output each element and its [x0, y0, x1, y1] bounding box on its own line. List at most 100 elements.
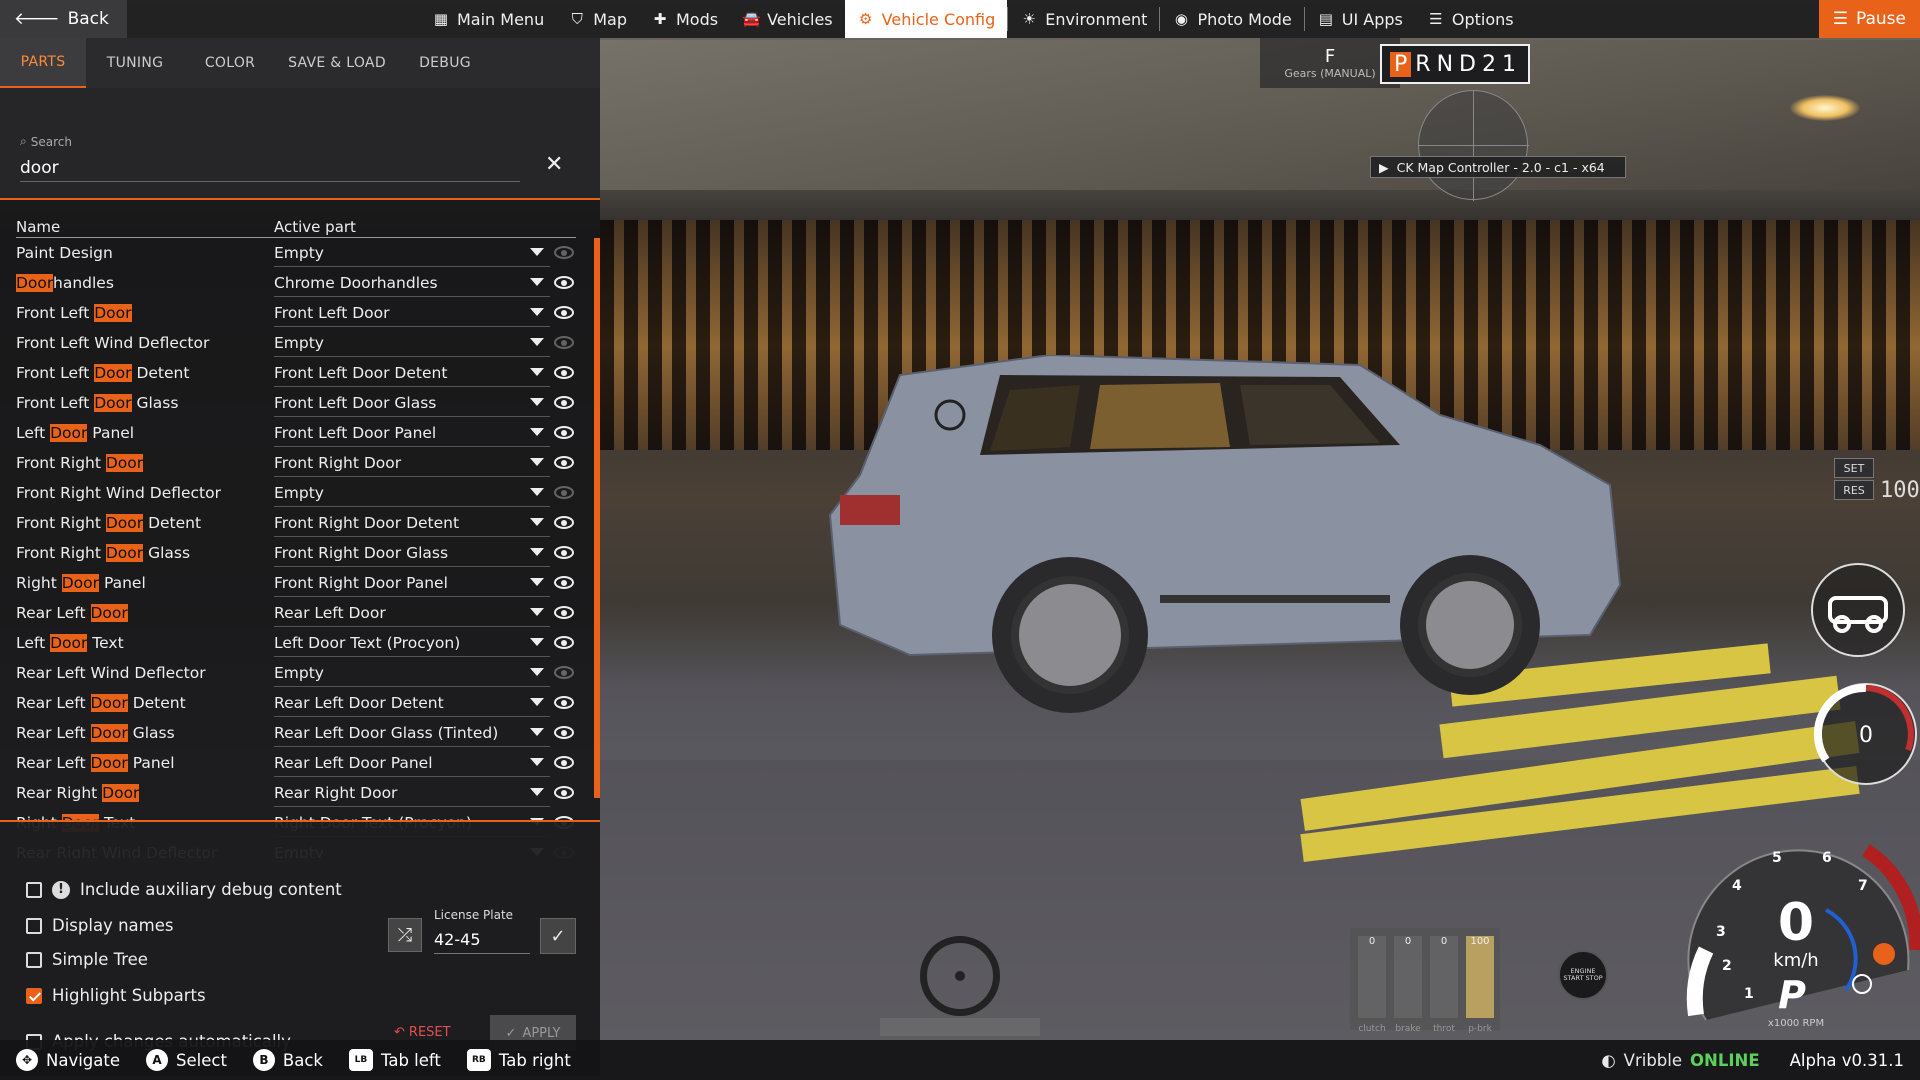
eye-icon[interactable] [554, 366, 574, 379]
eye-icon[interactable] [554, 306, 574, 319]
eye-icon[interactable] [554, 456, 574, 469]
table-row[interactable]: Rear Left Door Glass Rear Left Door Glass… [0, 718, 596, 748]
chevron-down-icon[interactable] [530, 518, 544, 526]
reset-button[interactable]: ↶ RESET [394, 1025, 451, 1040]
eye-icon[interactable] [554, 696, 574, 709]
table-row[interactable]: Rear Left Door Detent Rear Left Door Dete… [0, 688, 596, 718]
license-plate-input[interactable]: 42-45 [434, 928, 530, 954]
chevron-down-icon[interactable] [530, 638, 544, 646]
table-row[interactable]: Left Door Panel Front Left Door Panel [0, 418, 596, 448]
eye-icon[interactable] [554, 276, 574, 289]
nav-item-options[interactable]: ☰ Options [1415, 0, 1526, 38]
nav-item-map[interactable]: ⛉ Map [556, 0, 639, 38]
chevron-down-icon[interactable] [530, 428, 544, 436]
option-display-names[interactable]: Display names [26, 916, 173, 935]
tab-save-load[interactable]: SAVE & LOAD [276, 38, 398, 88]
table-row[interactable]: Left Door Text Left Door Text (Procyon) [0, 628, 596, 658]
eye-icon[interactable] [554, 396, 574, 409]
option-simple-tree[interactable]: Simple Tree [26, 950, 148, 969]
nav-item-mods[interactable]: ✚ Mods [639, 0, 730, 38]
active-part-select[interactable]: Front Right Door Detent [274, 514, 550, 537]
eye-icon[interactable] [554, 636, 574, 649]
checkbox[interactable] [26, 951, 42, 968]
active-part-select[interactable]: Empty [274, 664, 550, 687]
eye-icon[interactable] [554, 666, 574, 679]
table-row[interactable]: Front Left Wind Deflector Empty [0, 328, 596, 358]
active-part-select[interactable]: Front Left Door [274, 304, 550, 327]
checkbox[interactable] [26, 987, 42, 1004]
back-button[interactable]: 🡐 Back [0, 0, 127, 38]
active-part-select[interactable]: Rear Left Door [274, 604, 550, 627]
option-highlight-subparts[interactable]: Highlight Subparts [26, 986, 206, 1005]
chevron-down-icon[interactable] [530, 488, 544, 496]
eye-icon[interactable] [554, 726, 574, 739]
eye-icon[interactable] [554, 336, 574, 349]
chevron-down-icon[interactable] [530, 548, 544, 556]
active-part-select[interactable]: Front Left Door Glass [274, 394, 550, 417]
active-part-select[interactable]: Rear Right Door [274, 784, 550, 807]
chevron-down-icon[interactable] [530, 578, 544, 586]
chevron-down-icon[interactable] [530, 608, 544, 616]
table-row[interactable]: Front Left Door Front Left Door [0, 298, 596, 328]
map-controller-bar[interactable]: ▶ CK Map Controller - 2.0 - c1 - x64 [1370, 156, 1626, 178]
chevron-down-icon[interactable] [530, 788, 544, 796]
active-part-select[interactable]: Front Left Door Panel [274, 424, 550, 447]
checkbox[interactable] [26, 917, 42, 934]
active-part-select[interactable]: Rear Left Door Detent [274, 694, 550, 717]
randomize-plate-button[interactable]: ⤮ [388, 918, 422, 952]
table-row[interactable]: Front Left Door Glass Front Left Door Gla… [0, 388, 596, 418]
eye-icon[interactable] [554, 516, 574, 529]
cruise-res-button[interactable]: RES [1834, 480, 1874, 500]
tab-color[interactable]: COLOR [184, 38, 276, 88]
chevron-down-icon[interactable] [530, 668, 544, 676]
table-row[interactable]: Front Right Wind Deflector Empty [0, 478, 596, 508]
active-part-select[interactable]: Empty [274, 334, 550, 357]
tab-parts[interactable]: PARTS [0, 38, 86, 88]
table-row[interactable]: Front Left Door Detent Front Left Door De… [0, 358, 596, 388]
nav-item-environment[interactable]: ☀ Environment [1008, 0, 1159, 38]
engine-start-button[interactable]: ENGINE START STOP [1558, 950, 1608, 1000]
table-row[interactable]: Rear Left Door Rear Left Door [0, 598, 596, 628]
eye-icon[interactable] [554, 246, 574, 259]
table-row[interactable]: Paint Design Empty [0, 238, 596, 268]
eye-icon[interactable] [554, 786, 574, 799]
chevron-down-icon[interactable] [530, 758, 544, 766]
cruise-set-button[interactable]: SET [1834, 458, 1874, 478]
eye-icon[interactable] [554, 756, 574, 769]
table-row[interactable]: Rear Left Door Panel Rear Left Door Panel [0, 748, 596, 778]
chevron-down-icon[interactable] [530, 338, 544, 346]
table-row[interactable]: Front Right Door Glass Front Right Door G… [0, 538, 596, 568]
active-part-select[interactable]: Empty [274, 244, 550, 267]
eye-icon[interactable] [554, 486, 574, 499]
nav-item-photo-mode[interactable]: ◉ Photo Mode [1160, 0, 1303, 38]
active-part-select[interactable]: Front Left Door Detent [274, 364, 550, 387]
table-row[interactable]: Front Right Door Front Right Door [0, 448, 596, 478]
table-row[interactable]: Rear Right Door Rear Right Door [0, 778, 596, 808]
chevron-down-icon[interactable] [530, 278, 544, 286]
eye-icon[interactable] [554, 576, 574, 589]
active-part-select[interactable]: Rear Left Door Panel [274, 754, 550, 777]
active-part-select[interactable]: Chrome Doorhandles [274, 274, 550, 297]
nav-item-vehicles[interactable]: 🚘 Vehicles [730, 0, 845, 38]
chevron-down-icon[interactable] [530, 698, 544, 706]
table-row[interactable]: Front Right Door Detent Front Right Door … [0, 508, 596, 538]
close-icon[interactable]: ✕ [545, 152, 563, 177]
active-part-select[interactable]: Front Right Door Panel [274, 574, 550, 597]
chevron-down-icon[interactable] [530, 728, 544, 736]
checkbox[interactable] [26, 881, 42, 898]
table-row[interactable]: Rear Left Wind Deflector Empty [0, 658, 596, 688]
option-include-auxiliary-debug-content[interactable]: ! Include auxiliary debug content [26, 880, 342, 899]
tab-debug[interactable]: DEBUG [398, 38, 492, 88]
search-input[interactable] [20, 154, 520, 182]
active-part-select[interactable]: Empty [274, 484, 550, 507]
active-part-select[interactable]: Front Right Door [274, 454, 550, 477]
eye-icon[interactable] [554, 546, 574, 559]
parts-list-scrollbar[interactable] [594, 238, 600, 798]
nav-item-main-menu[interactable]: ▦ Main Menu [420, 0, 556, 38]
tab-tuning[interactable]: TUNING [86, 38, 184, 88]
eye-icon[interactable] [554, 606, 574, 619]
nav-item-vehicle-config[interactable]: ⚙ Vehicle Config [844, 0, 1008, 38]
eye-icon[interactable] [554, 426, 574, 439]
table-row[interactable]: Doorhandles Chrome Doorhandles [0, 268, 596, 298]
table-row[interactable]: Right Door Panel Front Right Door Panel [0, 568, 596, 598]
